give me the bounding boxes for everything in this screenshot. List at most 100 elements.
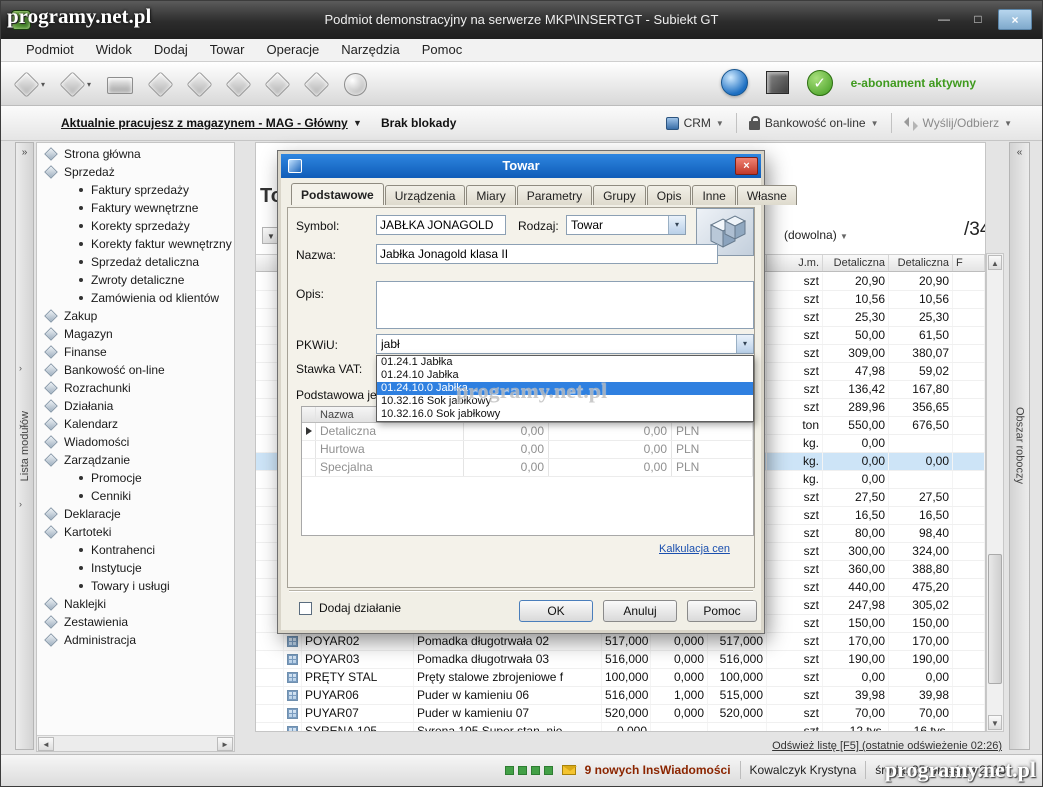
dialog-tab[interactable]: Podstawowe [291, 183, 384, 205]
scrollbar-thumb[interactable] [988, 554, 1002, 684]
table-row[interactable]: POYAR03 Pomadka długotrwała 03 516,000 0… [256, 651, 986, 669]
col-jm[interactable]: J.m. [767, 255, 823, 271]
filter-dowolna-dropdown[interactable]: (dowolna) ▼ [784, 228, 848, 242]
blokada-status[interactable]: Brak blokady [381, 116, 456, 130]
dialog-tab[interactable]: Miary [466, 185, 515, 205]
rodzaj-select[interactable]: Towar ▾ [566, 215, 686, 235]
opis-textarea[interactable] [376, 281, 754, 329]
crm-dropdown[interactable]: CRM ▼ [666, 116, 724, 130]
chevron-down-icon[interactable]: ▾ [668, 216, 685, 234]
sidebar-item[interactable]: Zakup [39, 307, 232, 325]
toolbar-button[interactable]: ▾ [61, 73, 91, 96]
pkwiu-option[interactable]: 10.32.16.0 Sok jabłkowy [377, 408, 753, 421]
arrow-icon[interactable]: › [19, 499, 22, 509]
sidebar-item[interactable]: Sprzedaż detaliczna [39, 253, 232, 271]
price-waluta[interactable]: PLN [672, 423, 753, 440]
tree-hscrollbar[interactable]: ◄ ► [37, 735, 234, 751]
price-brutto[interactable]: 0,00 [549, 423, 672, 440]
sidebar-item[interactable]: Kartoteki [39, 523, 232, 541]
dialog-tab[interactable]: Parametry [517, 185, 592, 205]
table-row[interactable]: PUYAR07 Puder w kamieniu 07 520,000 0,00… [256, 705, 986, 723]
nazwa-input[interactable] [376, 244, 718, 264]
sidebar-item[interactable]: Wiadomości [39, 433, 232, 451]
dialog-tab[interactable]: Grupy [593, 185, 646, 205]
magazyn-link[interactable]: Aktualnie pracujesz z magazynem - MAG - … [61, 116, 348, 130]
pkwiu-combobox[interactable]: ▾ [376, 334, 754, 354]
sidebar-item[interactable]: Instytucje [39, 559, 232, 577]
price-row[interactable]: Hurtowa 0,00 0,00 PLN [302, 441, 753, 459]
sidebar-item[interactable]: Zestawienia [39, 613, 232, 631]
scroll-right-icon[interactable]: ► [217, 737, 233, 751]
toolbar-button[interactable]: ▾ [188, 73, 211, 96]
sidebar-item[interactable]: Finanse [39, 343, 232, 361]
scroll-left-icon[interactable]: ◄ [38, 737, 54, 751]
sidebar-item[interactable]: Kalendarz [39, 415, 232, 433]
col-f[interactable]: F [953, 255, 985, 271]
sidebar-item[interactable]: Deklaracje [39, 505, 232, 523]
chevron-down-icon[interactable]: ▾ [736, 335, 753, 353]
sidebar-item[interactable]: Korekty sprzedaży [39, 217, 232, 235]
sidebar-item[interactable]: Strona główna [39, 145, 232, 163]
price-brutto[interactable]: 0,00 [549, 459, 672, 476]
dialog-tab[interactable]: Własne [737, 185, 797, 205]
maximize-button[interactable]: □ [964, 9, 992, 30]
col-detaliczna-2[interactable]: Detaliczna [889, 255, 953, 271]
sidebar-item[interactable]: Administracja [39, 631, 232, 649]
price-brutto[interactable]: 0,00 [549, 441, 672, 458]
sidebar-item[interactable]: Naklejki [39, 595, 232, 613]
price-row[interactable]: Specjalna 0,00 0,00 PLN [302, 459, 753, 477]
sidebar-item[interactable]: Magazyn [39, 325, 232, 343]
sidebar-item[interactable]: Faktury sprzedaży [39, 181, 232, 199]
arrow-icon[interactable]: › [19, 421, 22, 431]
scroll-down-icon[interactable]: ▼ [988, 715, 1002, 730]
menu-item[interactable]: Podmiot [15, 39, 85, 61]
col-detaliczna-1[interactable]: Detaliczna [823, 255, 889, 271]
table-row[interactable]: POYAR02 Pomadka długotrwała 02 517,000 0… [256, 633, 986, 651]
table-vscrollbar[interactable]: ▲ ▼ [986, 253, 1004, 732]
inswiadomosci-link[interactable]: 9 nowych InsWiadomości [585, 763, 731, 777]
dialog-tab[interactable]: Urządzenia [385, 185, 466, 205]
pomoc-button[interactable]: Pomoc [687, 600, 757, 622]
sidebar-item[interactable]: Zamówienia od klientów [39, 289, 232, 307]
price-waluta[interactable]: PLN [672, 459, 753, 476]
dialog-tab[interactable]: Opis [647, 185, 692, 205]
toolbar-button[interactable]: ▾ [227, 73, 250, 96]
sidebar-item[interactable]: Rozrachunki [39, 379, 232, 397]
menu-item[interactable]: Pomoc [411, 39, 473, 61]
toolbar-button[interactable]: ▾ [266, 73, 289, 96]
pkwiu-input[interactable] [377, 335, 736, 353]
crm-globe-icon[interactable] [721, 69, 748, 96]
toolbar-button[interactable]: ▾ [344, 73, 367, 96]
price-netto[interactable]: 0,00 [464, 441, 549, 458]
toolbar-button[interactable]: ▾ [305, 73, 328, 96]
toolbar-button[interactable]: ▾ [107, 74, 133, 94]
sidebar-item[interactable]: Faktury wewnętrzne [39, 199, 232, 217]
bankowosc-dropdown[interactable]: Bankowość on-line ▼ [749, 116, 879, 130]
table-row[interactable]: SYRENA 105 Syrena 105 Super stan, nie 0,… [256, 723, 986, 731]
arrow-icon[interactable]: › [19, 363, 22, 373]
ok-button[interactable]: OK [519, 600, 593, 622]
price-netto[interactable]: 0,00 [464, 459, 549, 476]
kalkulacja-cen-link[interactable]: Kalkulacja cen [659, 543, 730, 555]
table-row[interactable]: PRĘTY STAL Pręty stalowe zbrojeniowe f 1… [256, 669, 986, 687]
anuluj-button[interactable]: Anuluj [603, 600, 677, 622]
menu-item[interactable]: Dodaj [143, 39, 199, 61]
sidebar-item[interactable]: Zarządzanie [39, 451, 232, 469]
sidebar-item[interactable]: Sprzedaż [39, 163, 232, 181]
dialog-tab[interactable]: Inne [692, 185, 735, 205]
refresh-list-link[interactable]: Odśwież listę [F5] (ostatnie odświeżenie… [772, 740, 1002, 752]
price-row[interactable]: Detaliczna 0,00 0,00 PLN [302, 423, 753, 441]
insert-cube-icon[interactable] [766, 71, 789, 94]
dodaj-dzialanie-checkbox[interactable] [299, 602, 312, 615]
sidebar-item[interactable]: Zwroty detaliczne [39, 271, 232, 289]
toolbar-button[interactable]: ▾ [149, 73, 172, 96]
dialog-close-button[interactable]: × [735, 157, 758, 175]
menu-item[interactable]: Narzędzia [330, 39, 411, 61]
close-button[interactable]: × [998, 9, 1032, 30]
symbol-input[interactable] [376, 215, 506, 235]
scroll-up-icon[interactable]: ▲ [988, 255, 1002, 270]
sidebar-item[interactable]: Bankowość on-line [39, 361, 232, 379]
menu-item[interactable]: Operacje [255, 39, 330, 61]
sidebar-item[interactable]: Promocje [39, 469, 232, 487]
sidebar-item[interactable]: Korekty faktur wewnętrznych [39, 235, 232, 253]
